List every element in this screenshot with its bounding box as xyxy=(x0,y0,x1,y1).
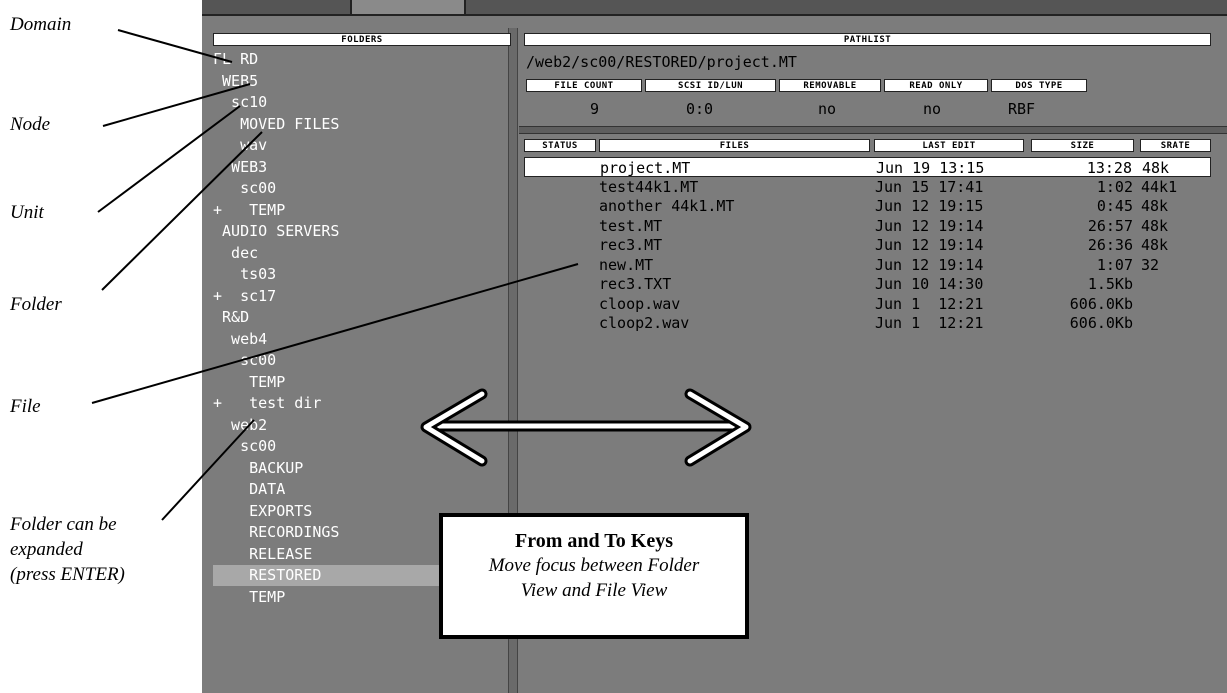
double-arrow-icon xyxy=(420,388,752,467)
leader-line-file xyxy=(91,263,579,404)
annotation-overlay xyxy=(91,29,752,521)
leader-line-domain xyxy=(117,29,233,63)
leader-line-expand xyxy=(161,419,255,521)
leader-line-folder xyxy=(101,131,263,291)
leader-line-node xyxy=(102,83,251,127)
